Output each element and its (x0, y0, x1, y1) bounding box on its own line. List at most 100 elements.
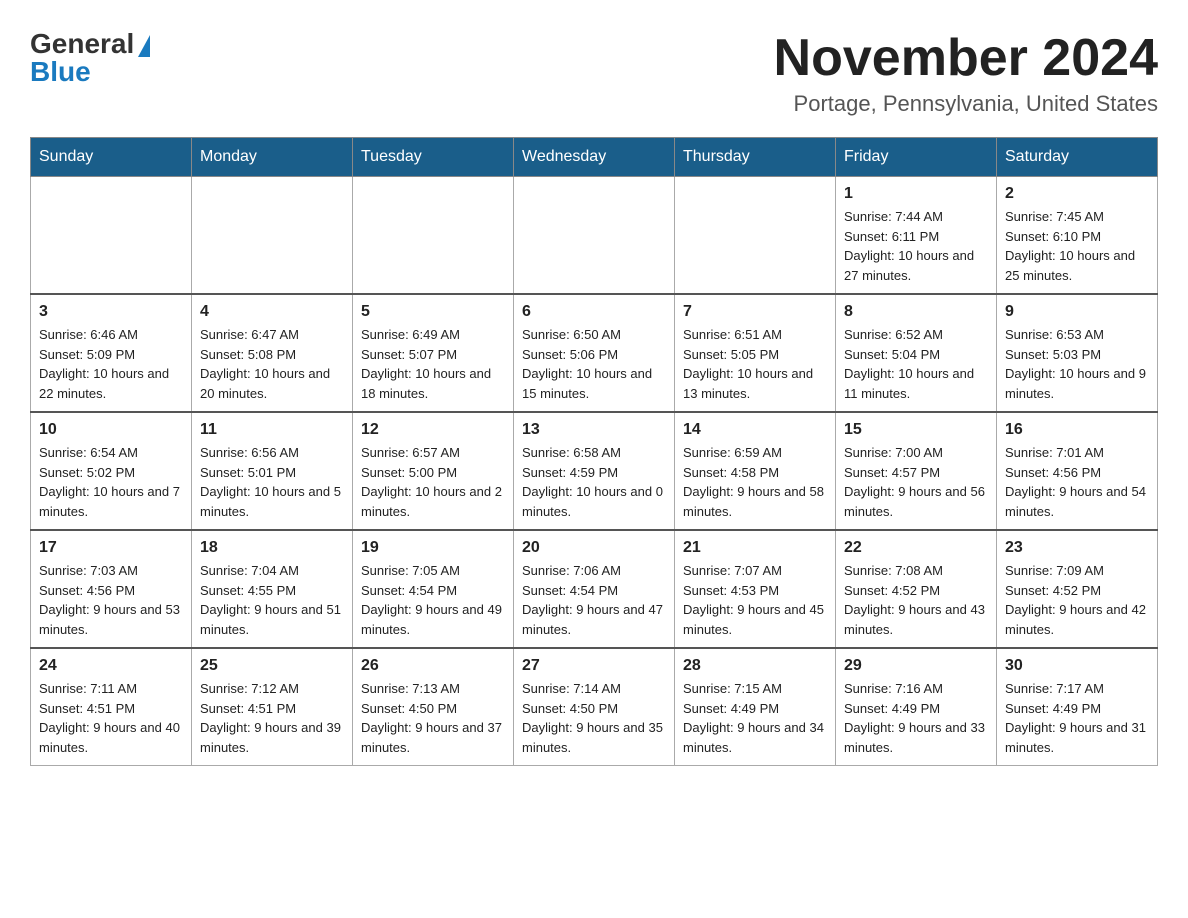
day-info: Sunrise: 6:59 AMSunset: 4:58 PMDaylight:… (683, 443, 827, 521)
weekday-header-wednesday: Wednesday (514, 138, 675, 177)
day-number: 13 (522, 421, 666, 439)
day-info: Sunrise: 6:46 AMSunset: 5:09 PMDaylight:… (39, 325, 183, 403)
day-number: 5 (361, 303, 505, 321)
calendar-cell: 16 Sunrise: 7:01 AMSunset: 4:56 PMDayligh… (997, 412, 1158, 530)
calendar-cell: 4 Sunrise: 6:47 AMSunset: 5:08 PMDaylight… (192, 294, 353, 412)
calendar-cell: 6 Sunrise: 6:50 AMSunset: 5:06 PMDaylight… (514, 294, 675, 412)
logo-blue-text: Blue (30, 58, 91, 86)
calendar-week-row: 17 Sunrise: 7:03 AMSunset: 4:56 PMDayligh… (31, 530, 1158, 648)
day-info: Sunrise: 7:12 AMSunset: 4:51 PMDaylight:… (200, 679, 344, 757)
day-number: 19 (361, 539, 505, 557)
day-number: 4 (200, 303, 344, 321)
day-number: 20 (522, 539, 666, 557)
calendar-cell: 12 Sunrise: 6:57 AMSunset: 5:00 PMDayligh… (353, 412, 514, 530)
day-info: Sunrise: 7:17 AMSunset: 4:49 PMDaylight:… (1005, 679, 1149, 757)
day-number: 9 (1005, 303, 1149, 321)
day-number: 14 (683, 421, 827, 439)
day-info: Sunrise: 6:51 AMSunset: 5:05 PMDaylight:… (683, 325, 827, 403)
calendar-table: SundayMondayTuesdayWednesdayThursdayFrid… (30, 137, 1158, 766)
calendar-cell: 15 Sunrise: 7:00 AMSunset: 4:57 PMDayligh… (836, 412, 997, 530)
day-number: 2 (1005, 185, 1149, 203)
calendar-cell: 25 Sunrise: 7:12 AMSunset: 4:51 PMDayligh… (192, 648, 353, 766)
day-number: 12 (361, 421, 505, 439)
calendar-cell: 8Sunrise: 6:52 AMSunset: 5:04 PMDaylight… (836, 294, 997, 412)
day-number: 3 (39, 303, 183, 321)
day-number: 11 (200, 421, 344, 439)
title-block: November 2024 Portage, Pennsylvania, Uni… (774, 30, 1158, 117)
day-info: Sunrise: 6:47 AMSunset: 5:08 PMDaylight:… (200, 325, 344, 403)
day-number: 18 (200, 539, 344, 557)
month-title: November 2024 (774, 30, 1158, 87)
calendar-week-row: 1Sunrise: 7:44 AMSunset: 6:11 PMDaylight… (31, 177, 1158, 295)
day-info: Sunrise: 6:57 AMSunset: 5:00 PMDaylight:… (361, 443, 505, 521)
calendar-cell: 19 Sunrise: 7:05 AMSunset: 4:54 PMDayligh… (353, 530, 514, 648)
calendar-cell: 26 Sunrise: 7:13 AMSunset: 4:50 PMDayligh… (353, 648, 514, 766)
day-info: Sunrise: 7:15 AMSunset: 4:49 PMDaylight:… (683, 679, 827, 757)
calendar-cell: 27 Sunrise: 7:14 AMSunset: 4:50 PMDayligh… (514, 648, 675, 766)
calendar-cell: 10Sunrise: 6:54 AMSunset: 5:02 PMDayligh… (31, 412, 192, 530)
day-info: Sunrise: 6:54 AMSunset: 5:02 PMDaylight:… (39, 443, 183, 521)
day-number: 26 (361, 657, 505, 675)
day-info: Sunrise: 7:45 AMSunset: 6:10 PMDaylight:… (1005, 207, 1149, 285)
day-number: 15 (844, 421, 988, 439)
day-info: Sunrise: 7:09 AMSunset: 4:52 PMDaylight:… (1005, 561, 1149, 639)
location-title: Portage, Pennsylvania, United States (774, 91, 1158, 117)
page-header: General Blue November 2024 Portage, Penn… (30, 30, 1158, 117)
day-info: Sunrise: 7:03 AMSunset: 4:56 PMDaylight:… (39, 561, 183, 639)
calendar-week-row: 24 Sunrise: 7:11 AMSunset: 4:51 PMDayligh… (31, 648, 1158, 766)
day-number: 25 (200, 657, 344, 675)
day-number: 21 (683, 539, 827, 557)
calendar-cell: 3 Sunrise: 6:46 AMSunset: 5:09 PMDaylight… (31, 294, 192, 412)
weekday-header-tuesday: Tuesday (353, 138, 514, 177)
day-info: Sunrise: 7:00 AMSunset: 4:57 PMDaylight:… (844, 443, 988, 521)
day-info: Sunrise: 7:06 AMSunset: 4:54 PMDaylight:… (522, 561, 666, 639)
day-info: Sunrise: 7:07 AMSunset: 4:53 PMDaylight:… (683, 561, 827, 639)
calendar-cell: 30 Sunrise: 7:17 AMSunset: 4:49 PMDayligh… (997, 648, 1158, 766)
day-number: 27 (522, 657, 666, 675)
day-info: Sunrise: 6:50 AMSunset: 5:06 PMDaylight:… (522, 325, 666, 403)
calendar-week-row: 3 Sunrise: 6:46 AMSunset: 5:09 PMDaylight… (31, 294, 1158, 412)
calendar-cell: 9 Sunrise: 6:53 AMSunset: 5:03 PMDaylight… (997, 294, 1158, 412)
day-number: 23 (1005, 539, 1149, 557)
weekday-header-monday: Monday (192, 138, 353, 177)
weekday-header-friday: Friday (836, 138, 997, 177)
calendar-cell: 1Sunrise: 7:44 AMSunset: 6:11 PMDaylight… (836, 177, 997, 295)
day-number: 22 (844, 539, 988, 557)
day-info: Sunrise: 6:53 AMSunset: 5:03 PMDaylight:… (1005, 325, 1149, 403)
day-info: Sunrise: 7:11 AMSunset: 4:51 PMDaylight:… (39, 679, 183, 757)
calendar-cell (514, 177, 675, 295)
calendar-cell (353, 177, 514, 295)
calendar-cell (192, 177, 353, 295)
day-number: 28 (683, 657, 827, 675)
day-info: Sunrise: 7:16 AMSunset: 4:49 PMDaylight:… (844, 679, 988, 757)
day-number: 29 (844, 657, 988, 675)
day-info: Sunrise: 6:58 AMSunset: 4:59 PMDaylight:… (522, 443, 666, 521)
calendar-cell (675, 177, 836, 295)
day-info: Sunrise: 7:08 AMSunset: 4:52 PMDaylight:… (844, 561, 988, 639)
calendar-cell: 23 Sunrise: 7:09 AMSunset: 4:52 PMDayligh… (997, 530, 1158, 648)
day-number: 30 (1005, 657, 1149, 675)
calendar-cell: 28 Sunrise: 7:15 AMSunset: 4:49 PMDayligh… (675, 648, 836, 766)
day-info: Sunrise: 6:49 AMSunset: 5:07 PMDaylight:… (361, 325, 505, 403)
calendar-cell: 29 Sunrise: 7:16 AMSunset: 4:49 PMDayligh… (836, 648, 997, 766)
day-info: Sunrise: 6:52 AMSunset: 5:04 PMDaylight:… (844, 325, 988, 403)
day-number: 6 (522, 303, 666, 321)
calendar-cell: 7 Sunrise: 6:51 AMSunset: 5:05 PMDaylight… (675, 294, 836, 412)
day-number: 7 (683, 303, 827, 321)
day-info: Sunrise: 7:01 AMSunset: 4:56 PMDaylight:… (1005, 443, 1149, 521)
day-info: Sunrise: 7:14 AMSunset: 4:50 PMDaylight:… (522, 679, 666, 757)
day-number: 16 (1005, 421, 1149, 439)
day-number: 17 (39, 539, 183, 557)
weekday-header-thursday: Thursday (675, 138, 836, 177)
logo: General Blue (30, 30, 150, 86)
day-number: 24 (39, 657, 183, 675)
calendar-cell: 18Sunrise: 7:04 AMSunset: 4:55 PMDayligh… (192, 530, 353, 648)
weekday-header-row: SundayMondayTuesdayWednesdayThursdayFrid… (31, 138, 1158, 177)
calendar-cell (31, 177, 192, 295)
day-info: Sunrise: 7:13 AMSunset: 4:50 PMDaylight:… (361, 679, 505, 757)
day-info: Sunrise: 7:05 AMSunset: 4:54 PMDaylight:… (361, 561, 505, 639)
calendar-cell: 13 Sunrise: 6:58 AMSunset: 4:59 PMDayligh… (514, 412, 675, 530)
weekday-header-saturday: Saturday (997, 138, 1158, 177)
calendar-cell: 20 Sunrise: 7:06 AMSunset: 4:54 PMDayligh… (514, 530, 675, 648)
calendar-cell: 14 Sunrise: 6:59 AMSunset: 4:58 PMDayligh… (675, 412, 836, 530)
